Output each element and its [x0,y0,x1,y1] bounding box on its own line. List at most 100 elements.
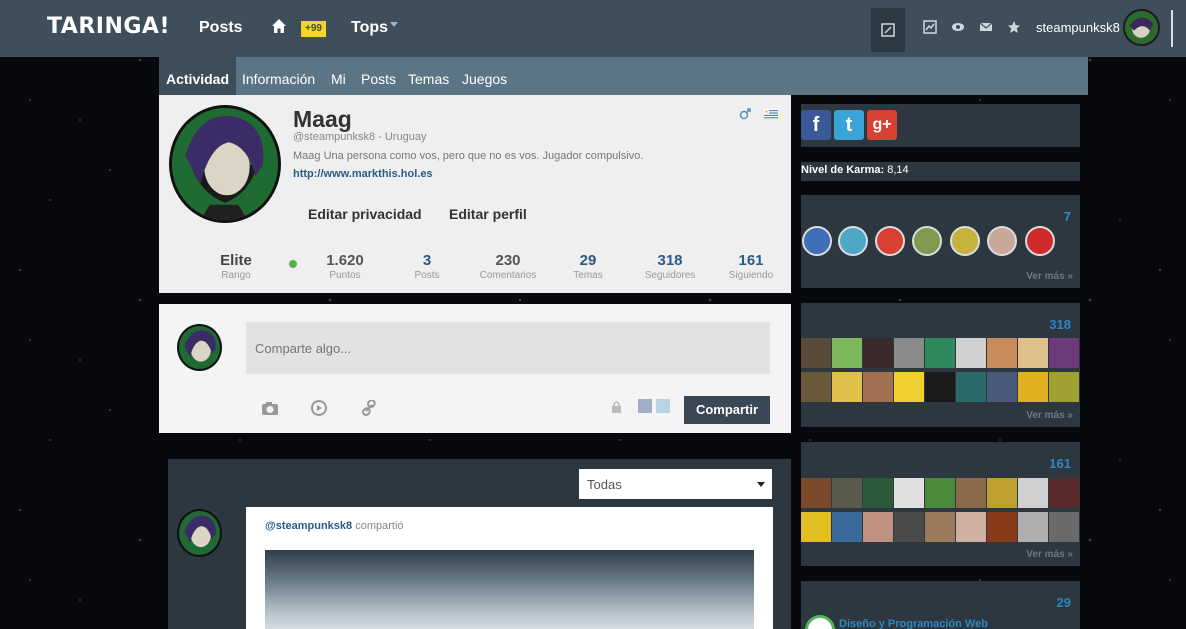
feed-filter-select[interactable]: Todas [579,469,772,499]
trophy-medal-icon[interactable] [912,226,942,256]
nav-tops-link[interactable]: Tops [351,19,388,37]
following-avatar[interactable] [801,512,831,542]
karma-value: 8,14 [887,164,909,176]
stat-posts[interactable]: 3 Posts [387,252,467,281]
share-button[interactable]: Compartir [684,396,770,424]
activity-feed: Todas @steampunksk8 compartió [168,459,791,629]
close-medal-icon[interactable] [1025,226,1055,256]
ver-mas-link[interactable]: Ver más » [1026,549,1073,560]
stats-icon[interactable] [923,20,937,34]
follower-avatar[interactable] [1049,338,1079,368]
following-avatar[interactable] [894,512,924,542]
edit-privacy-button[interactable]: Editar privacidad [308,206,422,222]
follower-avatar[interactable] [863,338,893,368]
follower-avatar[interactable] [925,338,955,368]
user-medal-icon[interactable] [987,226,1017,256]
plus10-medal-icon[interactable] [950,226,980,256]
video-play-icon[interactable] [309,400,329,416]
avatar[interactable] [177,509,222,557]
like-medal-icon[interactable] [802,226,832,256]
stat-temas[interactable]: 29 Temas [548,252,628,281]
tab-juegos[interactable]: Juegos [462,71,507,87]
topic-category-link[interactable]: Diseño y Programación Web [839,618,988,629]
following-count[interactable]: 161 [1049,456,1071,471]
followers-count[interactable]: 318 [1049,317,1071,332]
share-input[interactable] [246,322,770,374]
ver-mas-link[interactable]: Ver más » [1026,410,1073,421]
follower-avatar[interactable] [1018,372,1048,402]
username-link[interactable]: steampunksk8 [1036,20,1120,35]
tab-actividad[interactable]: Actividad [159,57,237,95]
follower-avatar[interactable] [956,372,986,402]
following-avatar[interactable] [863,512,893,542]
tab-posts[interactable]: Posts [361,71,396,87]
following-avatar[interactable] [832,512,862,542]
following-avatar[interactable] [1018,478,1048,508]
topics-count[interactable]: 29 [1057,595,1071,610]
follower-avatar[interactable] [863,372,893,402]
tab-temas[interactable]: Temas [408,71,449,87]
stat-seguidores[interactable]: 318 Seguidores [630,252,710,281]
tab-informacion[interactable]: Información [242,71,315,87]
category-icon[interactable] [805,615,835,629]
follower-avatar[interactable] [894,338,924,368]
following-avatar[interactable] [987,478,1017,508]
following-avatar[interactable] [956,512,986,542]
star-icon[interactable] [1007,20,1021,34]
post-image[interactable] [265,550,754,629]
edit-profile-button[interactable]: Editar perfil [449,206,527,222]
divider [1171,10,1173,47]
follower-avatar[interactable] [987,338,1017,368]
follower-avatar[interactable] [801,372,831,402]
follower-avatar[interactable] [894,372,924,402]
following-avatar[interactable] [832,478,862,508]
follower-avatar[interactable] [956,338,986,368]
google-plus-icon[interactable]: g+ [867,110,897,140]
twitter-icon[interactable]: t [834,110,864,140]
chevron-down-icon[interactable] [390,22,398,27]
home-icon[interactable] [271,18,287,34]
medals-count[interactable]: 7 [1064,209,1071,224]
profile-website-link[interactable]: http://www.markthis.hol.es [293,168,433,180]
following-avatar[interactable] [1049,478,1079,508]
following-avatar[interactable] [1049,512,1079,542]
following-avatar[interactable] [987,512,1017,542]
tab-mi[interactable]: Mi [331,71,346,87]
avatar[interactable] [1123,9,1160,46]
twitter-icon[interactable] [656,399,670,413]
following-avatar[interactable] [956,478,986,508]
mail-icon[interactable] [979,20,993,34]
follower-avatar[interactable] [832,338,862,368]
post-action: compartió [355,520,404,532]
follower-avatar[interactable] [801,338,831,368]
following-avatar[interactable] [925,478,955,508]
compose-button[interactable] [871,8,905,52]
following-avatar[interactable] [925,512,955,542]
eye-icon[interactable] [951,20,965,34]
top-navigation-bar: TARINGA! Posts +99 Tops steampunksk8 [0,0,1186,57]
facebook-icon[interactable] [638,399,652,413]
follower-avatar[interactable] [987,372,1017,402]
google-plus-medal-icon[interactable] [875,226,905,256]
follower-avatar[interactable] [1018,338,1048,368]
lock-icon[interactable] [611,400,622,414]
following-avatar[interactable] [1018,512,1048,542]
following-avatar[interactable] [894,478,924,508]
ver-mas-link[interactable]: Ver más » [1026,271,1073,282]
link-icon[interactable] [359,400,379,416]
following-avatar[interactable] [801,478,831,508]
nav-posts-link[interactable]: Posts [199,19,243,37]
profile-avatar[interactable] [169,105,281,223]
post-author-link[interactable]: @steampunksk8 [265,520,352,532]
follower-avatar[interactable] [832,372,862,402]
follower-avatar[interactable] [925,372,955,402]
feed-post: @steampunksk8 compartió [246,507,773,629]
bird-medal-icon[interactable] [838,226,868,256]
camera-icon[interactable] [260,400,280,416]
stat-siguiendo[interactable]: 161 Siguiendo [711,252,791,281]
taringa-logo[interactable]: TARINGA! [47,14,170,39]
following-avatar[interactable] [863,478,893,508]
facebook-icon[interactable]: f [801,110,831,140]
follower-avatar[interactable] [1049,372,1079,402]
notifications-badge[interactable]: +99 [301,21,326,37]
